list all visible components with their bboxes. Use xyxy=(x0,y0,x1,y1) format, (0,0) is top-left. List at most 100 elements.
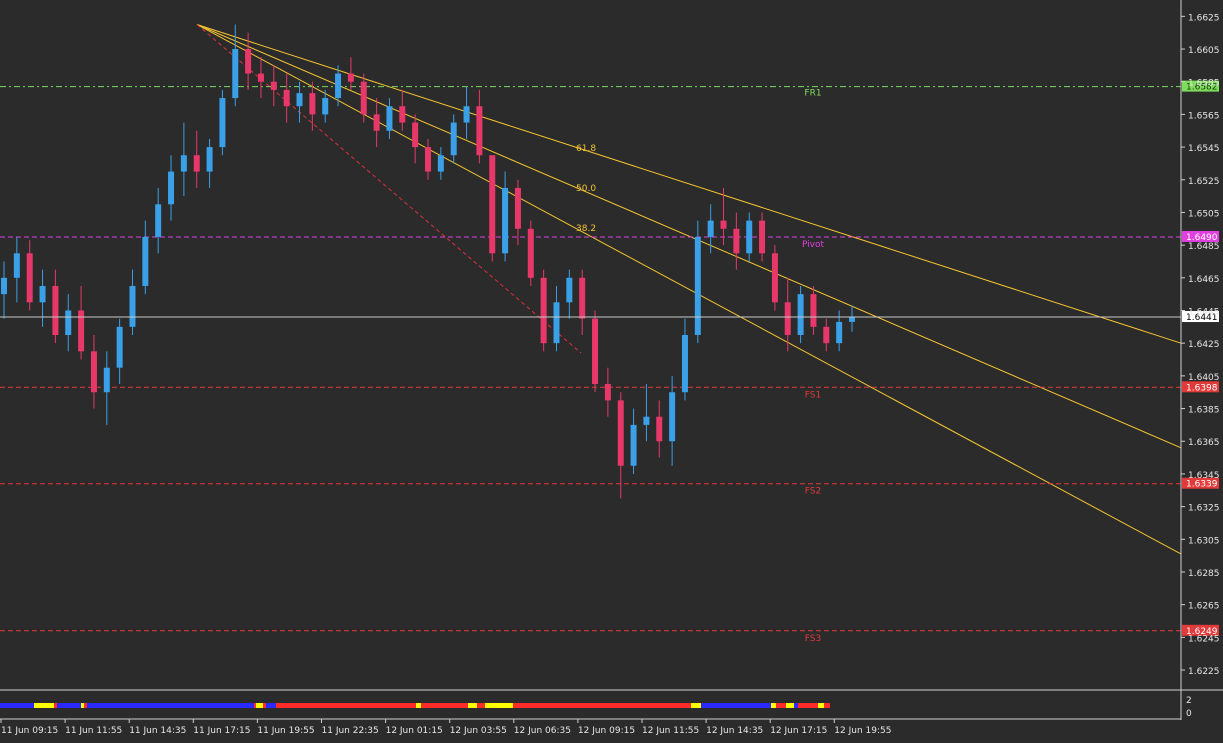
candle-body xyxy=(514,187,521,229)
level-price-label: 1.6339 xyxy=(1186,480,1218,490)
candle-body xyxy=(39,285,46,303)
x-tick-label: 12 Jun 19:55 xyxy=(834,726,891,736)
candle-body xyxy=(52,285,59,336)
indicator-segment xyxy=(54,703,57,708)
x-tick-label: 11 Jun 19:55 xyxy=(257,726,314,736)
candle-body xyxy=(694,236,701,336)
indicator-segment xyxy=(254,703,256,708)
fan-label: 38.2 xyxy=(576,224,596,234)
x-tick-label: 12 Jun 14:35 xyxy=(706,726,763,736)
candle-body xyxy=(90,351,97,393)
x-tick-label: 11 Jun 09:15 xyxy=(1,726,58,736)
price-chart[interactable]: 61.850.038.2 FR11.6582Pivot1.6490FS11.63… xyxy=(0,0,1223,739)
candle-body xyxy=(720,220,727,229)
chart-root: 61.8 50.0 38.2 FR1 1.6582 Pivot 1.6490 FS1 1.63… xyxy=(0,0,1223,739)
level-name-fs1: FS1 xyxy=(805,390,821,400)
indicator-segment xyxy=(34,703,54,708)
candle-body xyxy=(180,155,187,172)
candle-body xyxy=(283,89,290,107)
candle-body xyxy=(553,302,560,344)
indicator-segment xyxy=(824,703,830,708)
candle-body xyxy=(502,187,509,254)
y-tick-label: 1.6265 xyxy=(1188,602,1220,612)
candle-body xyxy=(437,155,444,172)
indicator-segment xyxy=(263,703,266,708)
candle-body xyxy=(155,204,162,237)
indicator-segment xyxy=(485,703,513,708)
candle-body xyxy=(527,228,534,278)
candle-body xyxy=(579,277,586,319)
candle-body xyxy=(746,220,753,254)
candle-body xyxy=(784,302,791,336)
x-tick-label: 12 Jun 11:55 xyxy=(642,726,699,736)
indicator-segment xyxy=(794,703,798,708)
level-name-fs3: FS3 xyxy=(805,634,821,644)
candle-body xyxy=(476,106,483,156)
indicator-segment xyxy=(416,703,421,708)
candle-body xyxy=(360,81,367,115)
y-tick-label: 1.6625 xyxy=(1188,13,1220,23)
candle-body xyxy=(630,424,637,466)
y-tick-label: 1.6365 xyxy=(1188,438,1220,448)
y-tick-label: 1.6345 xyxy=(1188,471,1220,481)
indicator-segment xyxy=(256,703,263,708)
candle-body xyxy=(707,220,714,237)
candle-body xyxy=(399,106,406,123)
y-tick-label: 1.6605 xyxy=(1188,46,1220,56)
indicator-segment xyxy=(818,703,824,708)
candle-body xyxy=(797,294,804,336)
candle-body xyxy=(322,98,329,115)
subwindow-scale-bottom: 0 xyxy=(1186,709,1192,719)
subwindow-scale-top: 2 xyxy=(1186,696,1192,706)
x-tick-label: 11 Jun 17:15 xyxy=(193,726,250,736)
indicator-segment xyxy=(786,703,794,708)
indicator-segment xyxy=(477,703,485,708)
indicator-segment xyxy=(513,703,691,708)
level-price-label: 1.6398 xyxy=(1186,383,1218,393)
candle-body xyxy=(13,253,20,278)
candle-body xyxy=(412,122,419,148)
candle-body xyxy=(823,326,830,344)
x-tick-label: 12 Jun 01:15 xyxy=(386,726,443,736)
plot-background xyxy=(0,0,1223,739)
candle-body xyxy=(232,49,239,99)
y-tick-label: 1.6325 xyxy=(1188,504,1220,514)
candle-body xyxy=(257,73,264,82)
level-name-pivot: Pivot xyxy=(802,240,825,250)
y-tick-label: 1.6585 xyxy=(1188,79,1220,89)
x-tick-label: 11 Jun 14:35 xyxy=(129,726,186,736)
candle-body xyxy=(489,155,496,254)
y-tick-label: 1.6545 xyxy=(1188,144,1220,154)
indicator-segment xyxy=(691,703,701,708)
y-tick-label: 1.6485 xyxy=(1188,242,1220,252)
x-tick-label: 12 Jun 09:15 xyxy=(578,726,635,736)
y-tick-label: 1.6405 xyxy=(1188,373,1220,383)
candle-body xyxy=(592,318,599,385)
candle-body xyxy=(771,253,778,303)
indicator-segment xyxy=(266,703,276,708)
candle-body xyxy=(836,321,843,344)
candle-body xyxy=(810,294,817,327)
x-tick-label: 12 Jun 06:35 xyxy=(514,726,571,736)
candle-body xyxy=(656,416,663,442)
candle-body xyxy=(604,384,611,401)
candle-body xyxy=(26,253,33,303)
candle-body xyxy=(463,106,470,123)
candle-body xyxy=(540,277,547,344)
y-tick-label: 1.6225 xyxy=(1188,667,1220,677)
candle-body xyxy=(335,73,342,99)
y-tick-label: 1.6525 xyxy=(1188,177,1220,187)
candle-body xyxy=(733,228,740,254)
y-tick-label: 1.6285 xyxy=(1188,569,1220,579)
level-name-fr1: FR1 xyxy=(804,89,821,99)
candle-body xyxy=(450,122,457,156)
candle-body xyxy=(759,220,766,254)
y-tick-label: 1.6565 xyxy=(1188,111,1220,121)
candle-body xyxy=(129,285,136,327)
y-tick-label: 1.6305 xyxy=(1188,536,1220,546)
indicator-segment xyxy=(701,703,771,708)
candle-body xyxy=(193,155,200,172)
indicator-segment xyxy=(798,703,818,708)
candle-body xyxy=(296,93,303,107)
y-tick-label: 1.6505 xyxy=(1188,209,1220,219)
